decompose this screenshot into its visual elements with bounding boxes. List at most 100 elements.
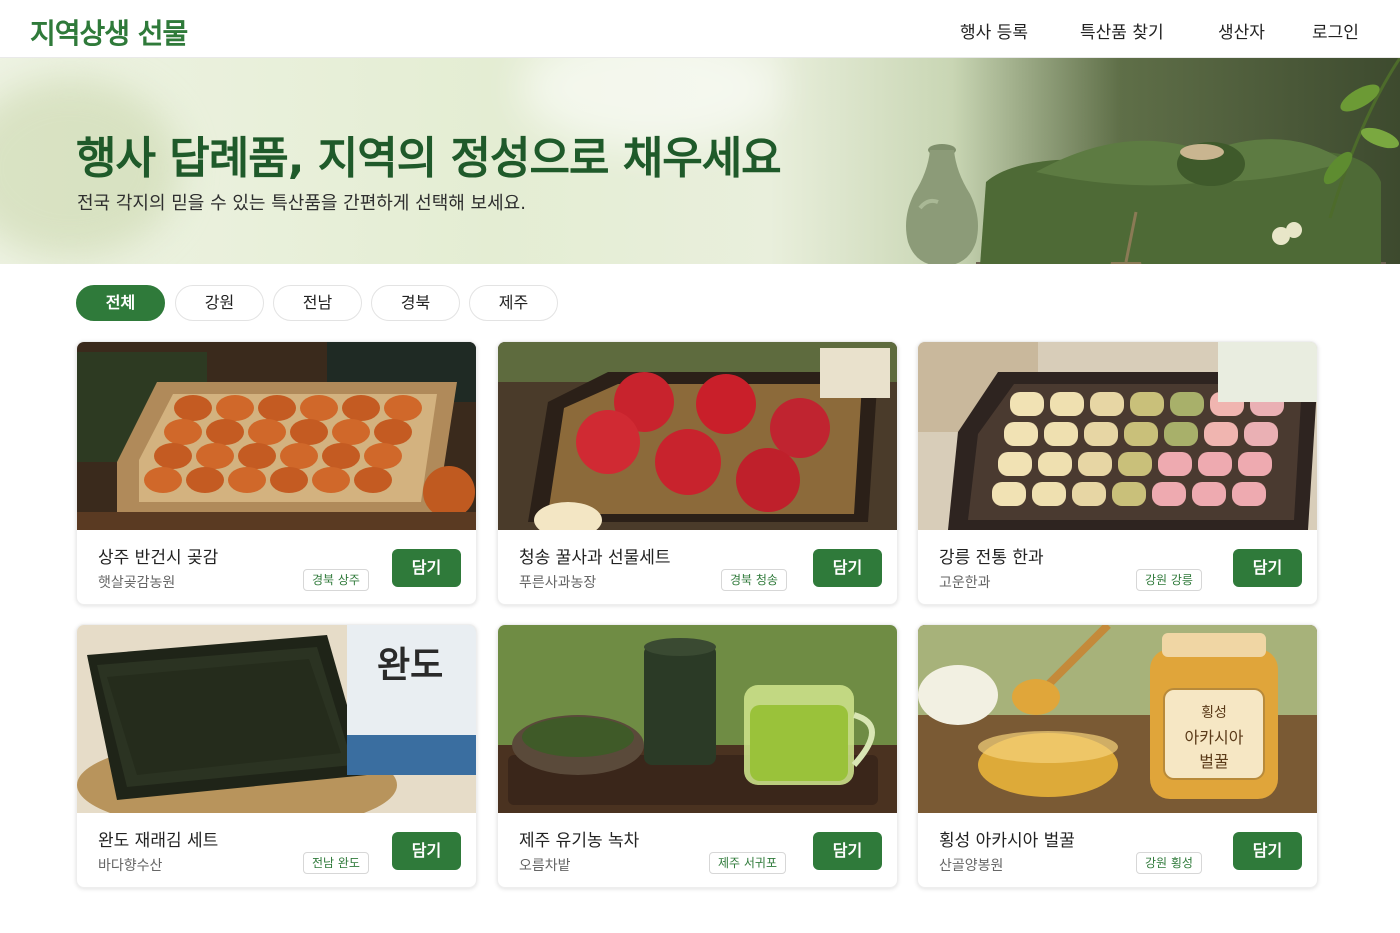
honey-label-line: 아카시아	[1185, 728, 1244, 747]
region-badge: 경북 상주	[303, 569, 369, 591]
hero-subtitle: 전국 각지의 믿을 수 있는 특산품을 간편하게 선택해 보세요.	[77, 193, 526, 214]
hangwa-piece-icon	[1244, 422, 1278, 446]
add-to-cart-button[interactable]: 담기	[1233, 832, 1302, 870]
product-card[interactable]: 제주 유기농 녹차 오름차밭 제주 서귀포 담기	[497, 624, 898, 888]
persimmon-icon	[312, 467, 350, 493]
hangwa-piece-icon	[1118, 452, 1152, 476]
hangwa-piece-icon	[1204, 422, 1238, 446]
persimmon-icon	[332, 419, 370, 445]
ceramic-vase-icon	[906, 144, 978, 264]
hangwa-piece-icon	[1170, 392, 1204, 416]
add-to-cart-button[interactable]: 담기	[1233, 549, 1302, 587]
chip-gangwon[interactable]: 강원	[175, 285, 264, 321]
nav-find-specialty[interactable]: 특산품 찾기	[1080, 18, 1164, 43]
hangwa-piece-icon	[1130, 392, 1164, 416]
persimmon-icon	[270, 467, 308, 493]
honey-label-line: 횡성	[1201, 705, 1227, 721]
producer-name: 햇살곶감농원	[98, 575, 176, 591]
hangwa-piece-icon	[1238, 452, 1272, 476]
add-to-cart-button[interactable]: 담기	[392, 832, 461, 870]
hangwa-piece-icon	[1152, 482, 1186, 506]
nav-event-register[interactable]: 행사 등록	[960, 18, 1028, 43]
hangwa-piece-icon	[1050, 392, 1084, 416]
persimmon-icon	[290, 419, 328, 445]
product-name: 횡성 아카시아 벌꿀	[939, 831, 1075, 851]
region-badge: 제주 서귀포	[709, 852, 787, 874]
producer-name: 푸른사과농장	[519, 575, 597, 591]
persimmon-icon	[228, 467, 266, 493]
nav-producers[interactable]: 생산자	[1218, 18, 1265, 43]
persimmon-icon	[300, 395, 338, 421]
hangwa-piece-icon	[1078, 452, 1112, 476]
persimmon-icon	[154, 443, 192, 469]
producer-name: 오름차밭	[519, 858, 571, 874]
persimmon-icon	[374, 419, 412, 445]
product-name: 제주 유기농 녹차	[519, 831, 640, 851]
persimmon-icon	[322, 443, 360, 469]
product-name: 상주 반건시 곶감	[98, 548, 219, 568]
hangwa-box-icon	[918, 342, 1317, 530]
honey-jar-icon: 횡성 아카시아 벌꿀	[918, 625, 1317, 813]
persimmon-icon	[364, 443, 402, 469]
hangwa-piece-icon	[1032, 482, 1066, 506]
honey-label-line: 벌꿀	[1199, 752, 1228, 771]
hangwa-piece-icon	[1038, 452, 1072, 476]
persimmon-icon	[354, 467, 392, 493]
persimmon-icon	[174, 395, 212, 421]
add-to-cart-button[interactable]: 담기	[813, 832, 882, 870]
persimmon-icon	[186, 467, 224, 493]
product-card[interactable]: 횡성 아카시아 벌꿀 횡성 아카시아 벌꿀 산골양봉원 강원 횡성 담기	[917, 624, 1318, 888]
hangwa-piece-icon	[1004, 422, 1038, 446]
persimmon-icon	[248, 419, 286, 445]
persimmon-icon	[238, 443, 276, 469]
seaweed-pack-label: 완도	[377, 645, 443, 686]
product-name: 완도 재래김 세트	[98, 831, 219, 851]
persimmon-icon	[342, 395, 380, 421]
persimmon-icon	[144, 467, 182, 493]
region-badge: 강원 횡성	[1136, 852, 1202, 874]
persimmon-icon	[216, 395, 254, 421]
region-badge: 경북 청송	[721, 569, 787, 591]
hangwa-piece-icon	[1158, 452, 1192, 476]
persimmon-icon	[258, 395, 296, 421]
hero-title: 행사 답례품, 지역의 정성으로 채우세요	[76, 133, 782, 184]
site-logo[interactable]: 지역상생 선물	[30, 12, 188, 52]
hangwa-piece-icon	[1164, 422, 1198, 446]
chip-jeju[interactable]: 제주	[469, 285, 558, 321]
top-header: 지역상생 선물 행사 등록 특산품 찾기 생산자 로그인	[0, 0, 1400, 58]
hangwa-piece-icon	[1232, 482, 1266, 506]
product-name: 청송 꿀사과 선물세트	[519, 548, 671, 568]
persimmon-icon	[196, 443, 234, 469]
product-card[interactable]: 상주 반건시 곶감 햇살곶감농원 경북 상주 담기	[76, 341, 477, 605]
chip-all[interactable]: 전체	[76, 285, 165, 321]
hangwa-piece-icon	[1072, 482, 1106, 506]
add-to-cart-button[interactable]: 담기	[392, 549, 461, 587]
hangwa-piece-icon	[1112, 482, 1146, 506]
persimmon-icon	[384, 395, 422, 421]
leaf-branch-icon	[1323, 58, 1400, 219]
hangwa-piece-icon	[1124, 422, 1158, 446]
apple-box-icon	[498, 342, 897, 530]
product-card[interactable]: 완도 완도 재래김 세트 바다향수산 전남 완도 담기	[76, 624, 477, 888]
chip-gyeongbuk[interactable]: 경북	[371, 285, 460, 321]
producer-name: 바다향수산	[98, 858, 163, 874]
product-name: 강릉 전통 한과	[939, 548, 1044, 568]
persimmon-icon	[280, 443, 318, 469]
add-to-cart-button[interactable]: 담기	[813, 549, 882, 587]
product-card[interactable]: 강릉 전통 한과 고운한과 강원 강릉 담기	[917, 341, 1318, 605]
hangwa-piece-icon	[1010, 392, 1044, 416]
hero-banner: 행사 답례품, 지역의 정성으로 채우세요 전국 각지의 믿을 수 있는 특산품…	[0, 58, 1400, 264]
seaweed-stack-icon: 완도	[77, 625, 476, 813]
hangwa-piece-icon	[1090, 392, 1124, 416]
hangwa-piece-icon	[1084, 422, 1118, 446]
hangwa-piece-icon	[998, 452, 1032, 476]
chip-jeonnam[interactable]: 전남	[273, 285, 362, 321]
producer-name: 산골양봉원	[939, 858, 1004, 874]
region-badge: 강원 강릉	[1136, 569, 1202, 591]
hangwa-piece-icon	[992, 482, 1026, 506]
green-tea-icon	[498, 625, 897, 813]
nav-login[interactable]: 로그인	[1312, 18, 1359, 43]
hangwa-piece-icon	[1044, 422, 1078, 446]
region-badge: 전남 완도	[303, 852, 369, 874]
product-card[interactable]: 청송 꿀사과 선물세트 푸른사과농장 경북 청송 담기	[497, 341, 898, 605]
